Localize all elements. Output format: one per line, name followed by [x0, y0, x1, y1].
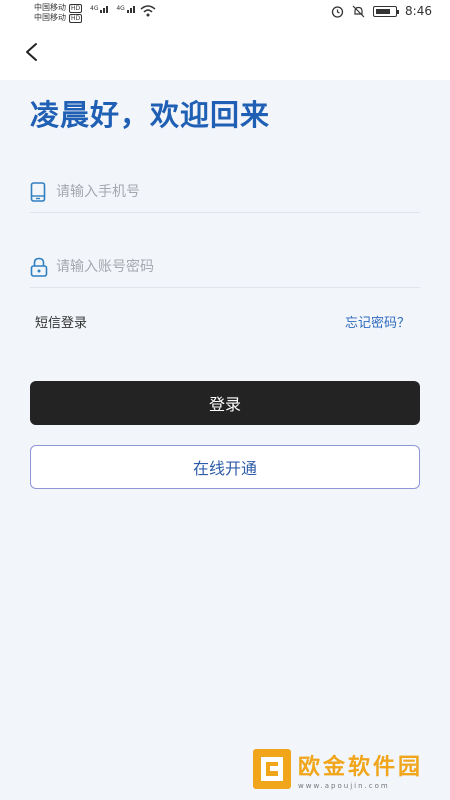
hd-badge-1: HD: [69, 3, 83, 13]
phone-field: [30, 173, 420, 213]
sms-login-link[interactable]: 短信登录: [35, 312, 87, 331]
battery-icon: [373, 5, 400, 17]
mute-icon: [352, 5, 365, 17]
signal-icon-2: [126, 6, 135, 13]
phone-icon: [30, 182, 46, 202]
phone-input[interactable]: [56, 179, 416, 205]
password-input[interactable]: [56, 254, 416, 280]
carrier-info: 中国移动 HD 中国移动 HD: [34, 3, 83, 23]
forgot-password-link[interactable]: 忘记密码？: [345, 312, 410, 331]
watermark-logo-icon: [253, 749, 291, 789]
watermark-logo: 欧金软件园 www.apoujin.com: [252, 748, 423, 790]
status-right: 8:46: [331, 4, 432, 18]
password-field: [30, 248, 420, 288]
signal-icon: [100, 6, 109, 13]
watermark-title: 欧金软件园: [298, 754, 424, 780]
wifi-icon: [140, 5, 156, 17]
status-bar: 中国移动 HD 中国移动 HD 4G 4G 8:46: [0, 0, 450, 26]
login-button[interactable]: 登录: [30, 381, 420, 425]
alarm-icon: [331, 5, 344, 18]
network-indicator: 4G 4G: [90, 4, 137, 13]
hd-badge-2: HD: [69, 13, 83, 23]
chevron-left-icon[interactable]: [20, 40, 44, 64]
carrier-name-1: 中国移动: [34, 3, 66, 12]
page-title: 凌晨好，欢迎回来: [30, 98, 271, 132]
network-type-1: 4G: [90, 5, 99, 12]
nav-bar: [0, 26, 450, 80]
watermark-text: 欧金软件园 www.apoujin.com: [298, 749, 423, 790]
network-type-2: 4G: [116, 5, 125, 12]
open-online-button[interactable]: 在线开通: [30, 445, 420, 489]
watermark-url: www.apoujin.com: [298, 781, 390, 790]
lock-icon: [30, 257, 48, 277]
carrier-name-2: 中国移动: [34, 13, 66, 22]
clock-time: 8:46: [405, 4, 432, 18]
